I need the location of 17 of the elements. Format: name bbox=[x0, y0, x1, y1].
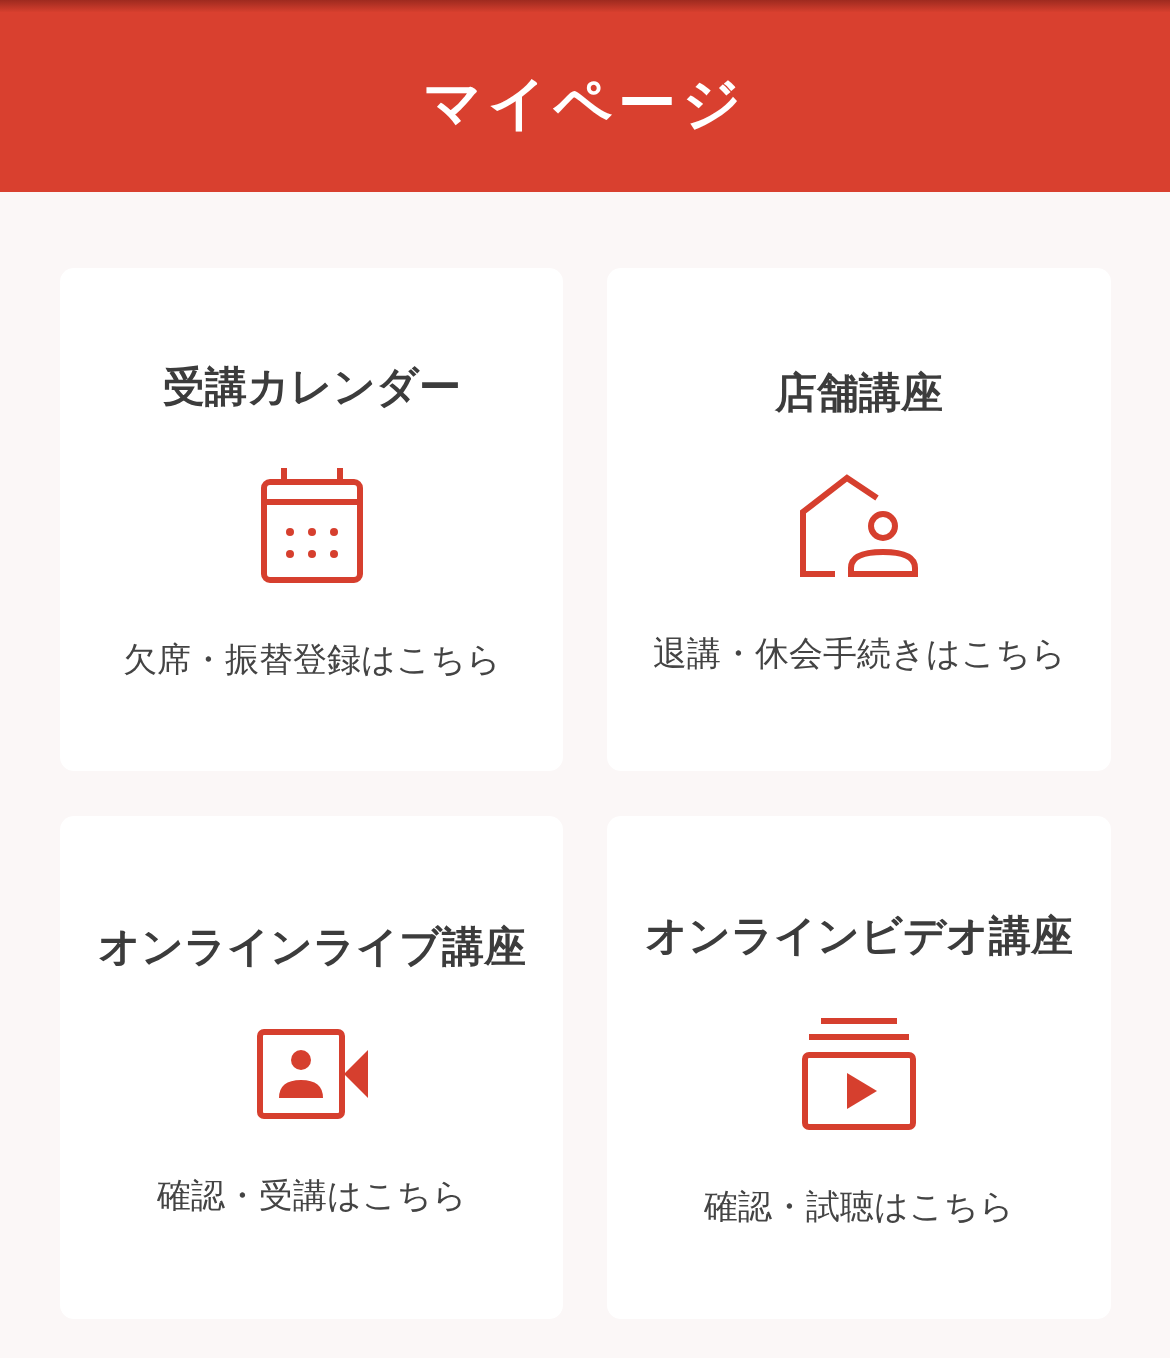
card-title: 店舗講座 bbox=[775, 367, 943, 418]
menu-card[interactable]: オンラインビデオ講座 確認・試聴はこちら bbox=[607, 816, 1111, 1319]
card-caption: 欠席・振替登録はこちら bbox=[122, 638, 501, 680]
calendar-icon bbox=[259, 467, 364, 584]
card-caption: 退講・休会手続きはこちら bbox=[652, 632, 1066, 674]
house-person-icon bbox=[799, 473, 919, 578]
video-call-icon bbox=[255, 1027, 368, 1120]
video-library-icon bbox=[801, 1016, 917, 1131]
card-caption: 確認・試聴はこちら bbox=[704, 1185, 1014, 1227]
menu-card[interactable]: オンラインライブ講座 確認・受講はこちら bbox=[60, 816, 563, 1319]
card-title: オンラインライブ講座 bbox=[97, 921, 526, 972]
card-title: オンラインビデオ講座 bbox=[645, 910, 1073, 961]
page-title: マイページ bbox=[423, 68, 747, 137]
card-title: 受講カレンダー bbox=[162, 361, 461, 412]
menu-card[interactable]: 店舗講座 退講・休会手続きはこちら bbox=[607, 268, 1111, 771]
menu-card[interactable]: 受講カレンダー 欠席・振替登録はこちら bbox=[60, 268, 563, 771]
card-caption: 確認・受講はこちら bbox=[156, 1174, 467, 1216]
